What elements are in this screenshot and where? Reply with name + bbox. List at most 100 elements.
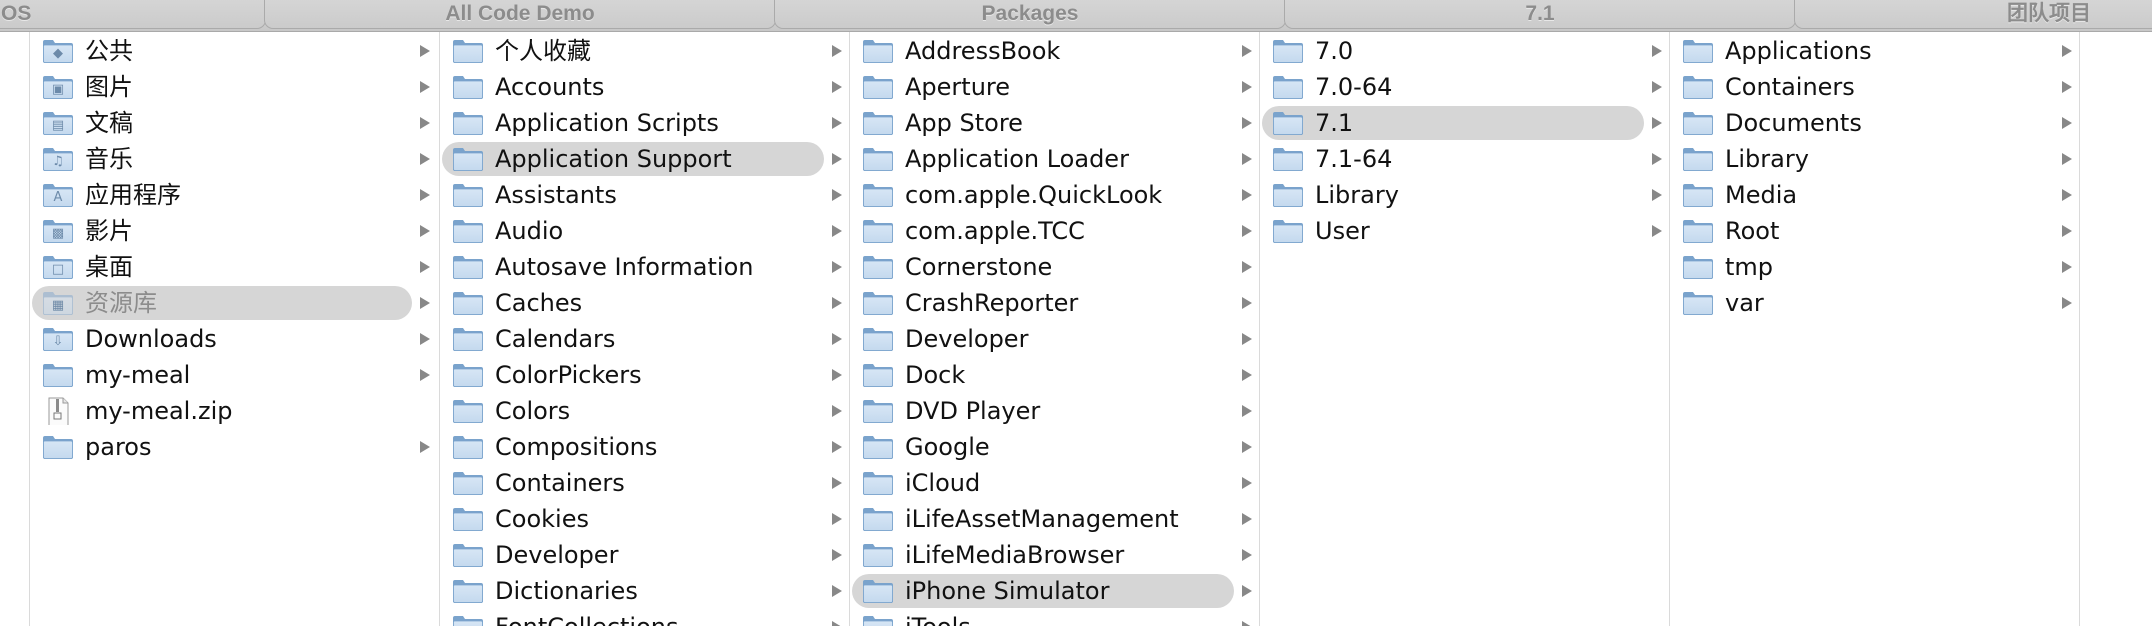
list-item[interactable]: Developer bbox=[440, 537, 849, 573]
list-item[interactable]: iLifeAssetManagement bbox=[850, 501, 1259, 537]
list-item[interactable]: Documents bbox=[1670, 105, 2079, 141]
column-application-support[interactable]: AddressBook Aperture App Store Application … bbox=[850, 32, 1260, 626]
list-item[interactable]: 个人收藏 bbox=[440, 33, 849, 69]
disclosure-arrow-icon bbox=[832, 513, 842, 525]
list-item[interactable]: AddressBook bbox=[850, 33, 1259, 69]
list-item[interactable]: Caches bbox=[440, 285, 849, 321]
tab-7-1[interactable]: 7.1 bbox=[1284, 0, 1796, 29]
folder-icon bbox=[1682, 290, 1714, 316]
list-item[interactable]: Compositions bbox=[440, 429, 849, 465]
list-item[interactable]: com.apple.TCC bbox=[850, 213, 1259, 249]
tab-packages[interactable]: Packages bbox=[774, 0, 1286, 29]
item-label: 7.0-64 bbox=[1315, 73, 1393, 101]
list-item[interactable]: ⇩ Downloads bbox=[30, 321, 439, 357]
list-item[interactable]: Root bbox=[1670, 213, 2079, 249]
item-label: iLifeMediaBrowser bbox=[905, 541, 1125, 569]
list-item[interactable]: 7.1 bbox=[1260, 105, 1669, 141]
list-item[interactable]: □ 桌面 bbox=[30, 249, 439, 285]
list-item[interactable]: Developer bbox=[850, 321, 1259, 357]
list-item[interactable]: A 应用程序 bbox=[30, 177, 439, 213]
folder-icon bbox=[1682, 254, 1714, 280]
list-item[interactable]: my-meal.zip bbox=[30, 393, 439, 429]
column-version-7-1[interactable]: Applications Containers Documents Library Me… bbox=[1670, 32, 2080, 626]
tab-team-projects[interactable]: 团队项目 bbox=[1794, 0, 2152, 29]
folder-icon bbox=[452, 110, 484, 136]
list-item[interactable]: Application Support bbox=[440, 141, 849, 177]
list-item[interactable]: ◆ 公共 bbox=[30, 33, 439, 69]
list-item[interactable]: com.apple.QuickLook bbox=[850, 177, 1259, 213]
list-item[interactable]: Assistants bbox=[440, 177, 849, 213]
list-item[interactable]: iTools bbox=[850, 609, 1259, 626]
disclosure-arrow-icon bbox=[1652, 225, 1662, 237]
list-item[interactable]: Google bbox=[850, 429, 1259, 465]
column-library[interactable]: 个人收藏 Accounts Application Scripts Applicati… bbox=[440, 32, 850, 626]
list-item[interactable]: Cornerstone bbox=[850, 249, 1259, 285]
item-label: FontCollections bbox=[495, 609, 678, 626]
list-item[interactable]: CrashReporter bbox=[850, 285, 1259, 321]
list-item[interactable]: ▣ 图片 bbox=[30, 69, 439, 105]
list-item[interactable]: tmp bbox=[1670, 249, 2079, 285]
list-item[interactable]: 7.1-64 bbox=[1260, 141, 1669, 177]
list-item[interactable]: Library bbox=[1670, 141, 2079, 177]
item-label: iTools bbox=[905, 609, 971, 626]
list-item[interactable]: ▦ 资源库 bbox=[30, 285, 439, 321]
list-item[interactable]: Application Scripts bbox=[440, 105, 849, 141]
list-item[interactable]: ▩ 影片 bbox=[30, 213, 439, 249]
disclosure-arrow-icon bbox=[1242, 585, 1252, 597]
applications-folder-icon: A bbox=[42, 182, 74, 208]
disclosure-arrow-icon bbox=[832, 621, 842, 626]
disclosure-arrow-icon bbox=[832, 585, 842, 597]
list-item[interactable]: ColorPickers bbox=[440, 357, 849, 393]
disclosure-arrow-icon bbox=[2062, 117, 2072, 129]
folder-icon bbox=[862, 254, 894, 280]
list-item[interactable]: iLifeMediaBrowser bbox=[850, 537, 1259, 573]
disclosure-arrow-icon bbox=[832, 81, 842, 93]
item-label: Documents bbox=[1725, 109, 1862, 137]
list-item[interactable]: Containers bbox=[440, 465, 849, 501]
list-item[interactable]: Library bbox=[1260, 177, 1669, 213]
column-iphone-simulator[interactable]: 7.0 7.0-64 7.1 7.1-64 Library User bbox=[1260, 32, 1670, 626]
list-item[interactable]: App Store bbox=[850, 105, 1259, 141]
folder-icon bbox=[452, 578, 484, 604]
disclosure-arrow-icon bbox=[832, 333, 842, 345]
list-item[interactable]: iPhone Simulator bbox=[850, 573, 1259, 609]
list-item[interactable]: Accounts bbox=[440, 69, 849, 105]
tab-all-code-demo[interactable]: All Code Demo bbox=[264, 0, 776, 29]
list-item[interactable]: Media bbox=[1670, 177, 2079, 213]
item-label: Root bbox=[1725, 217, 1780, 245]
list-item[interactable]: var bbox=[1670, 285, 2079, 321]
tab-os[interactable]: OS bbox=[0, 0, 266, 29]
list-item[interactable]: my-meal bbox=[30, 357, 439, 393]
list-item[interactable]: Applications bbox=[1670, 33, 2079, 69]
item-label: Assistants bbox=[495, 181, 617, 209]
list-item[interactable]: ♫ 音乐 bbox=[30, 141, 439, 177]
folder-icon bbox=[452, 470, 484, 496]
column-sidebar[interactable]: ◆ 公共 ▣ 图片 ▤ 文稿 ♫ 音乐 A 应用程序 ▩ 影片 □ 桌面 ▦ 资源库 ⇩ Downloads my-… bbox=[30, 32, 440, 626]
list-item[interactable]: Colors bbox=[440, 393, 849, 429]
list-item[interactable]: DVD Player bbox=[850, 393, 1259, 429]
list-item[interactable]: Dock bbox=[850, 357, 1259, 393]
list-item[interactable]: User bbox=[1260, 213, 1669, 249]
list-item[interactable]: ▤ 文稿 bbox=[30, 105, 439, 141]
list-item[interactable]: 7.0-64 bbox=[1260, 69, 1669, 105]
list-item[interactable]: Dictionaries bbox=[440, 573, 849, 609]
list-item[interactable]: Aperture bbox=[850, 69, 1259, 105]
folder-icon bbox=[862, 506, 894, 532]
left-edge-strip bbox=[0, 32, 30, 626]
disclosure-arrow-icon bbox=[832, 297, 842, 309]
zip-file-icon bbox=[42, 397, 74, 427]
list-item[interactable]: Cookies bbox=[440, 501, 849, 537]
tab-bar: OS All Code Demo Packages 7.1 团队项目 bbox=[0, 0, 2152, 32]
list-item[interactable]: iCloud bbox=[850, 465, 1259, 501]
list-item[interactable]: Containers bbox=[1670, 69, 2079, 105]
list-item[interactable]: Audio bbox=[440, 213, 849, 249]
list-item[interactable]: paros bbox=[30, 429, 439, 465]
list-item[interactable]: Calendars bbox=[440, 321, 849, 357]
list-item[interactable]: FontCollections bbox=[440, 609, 849, 626]
list-item[interactable]: 7.0 bbox=[1260, 33, 1669, 69]
list-item[interactable]: Application Loader bbox=[850, 141, 1259, 177]
item-label: DVD Player bbox=[905, 397, 1041, 425]
disclosure-arrow-icon bbox=[1242, 405, 1252, 417]
item-label: 个人收藏 bbox=[495, 37, 591, 65]
list-item[interactable]: Autosave Information bbox=[440, 249, 849, 285]
